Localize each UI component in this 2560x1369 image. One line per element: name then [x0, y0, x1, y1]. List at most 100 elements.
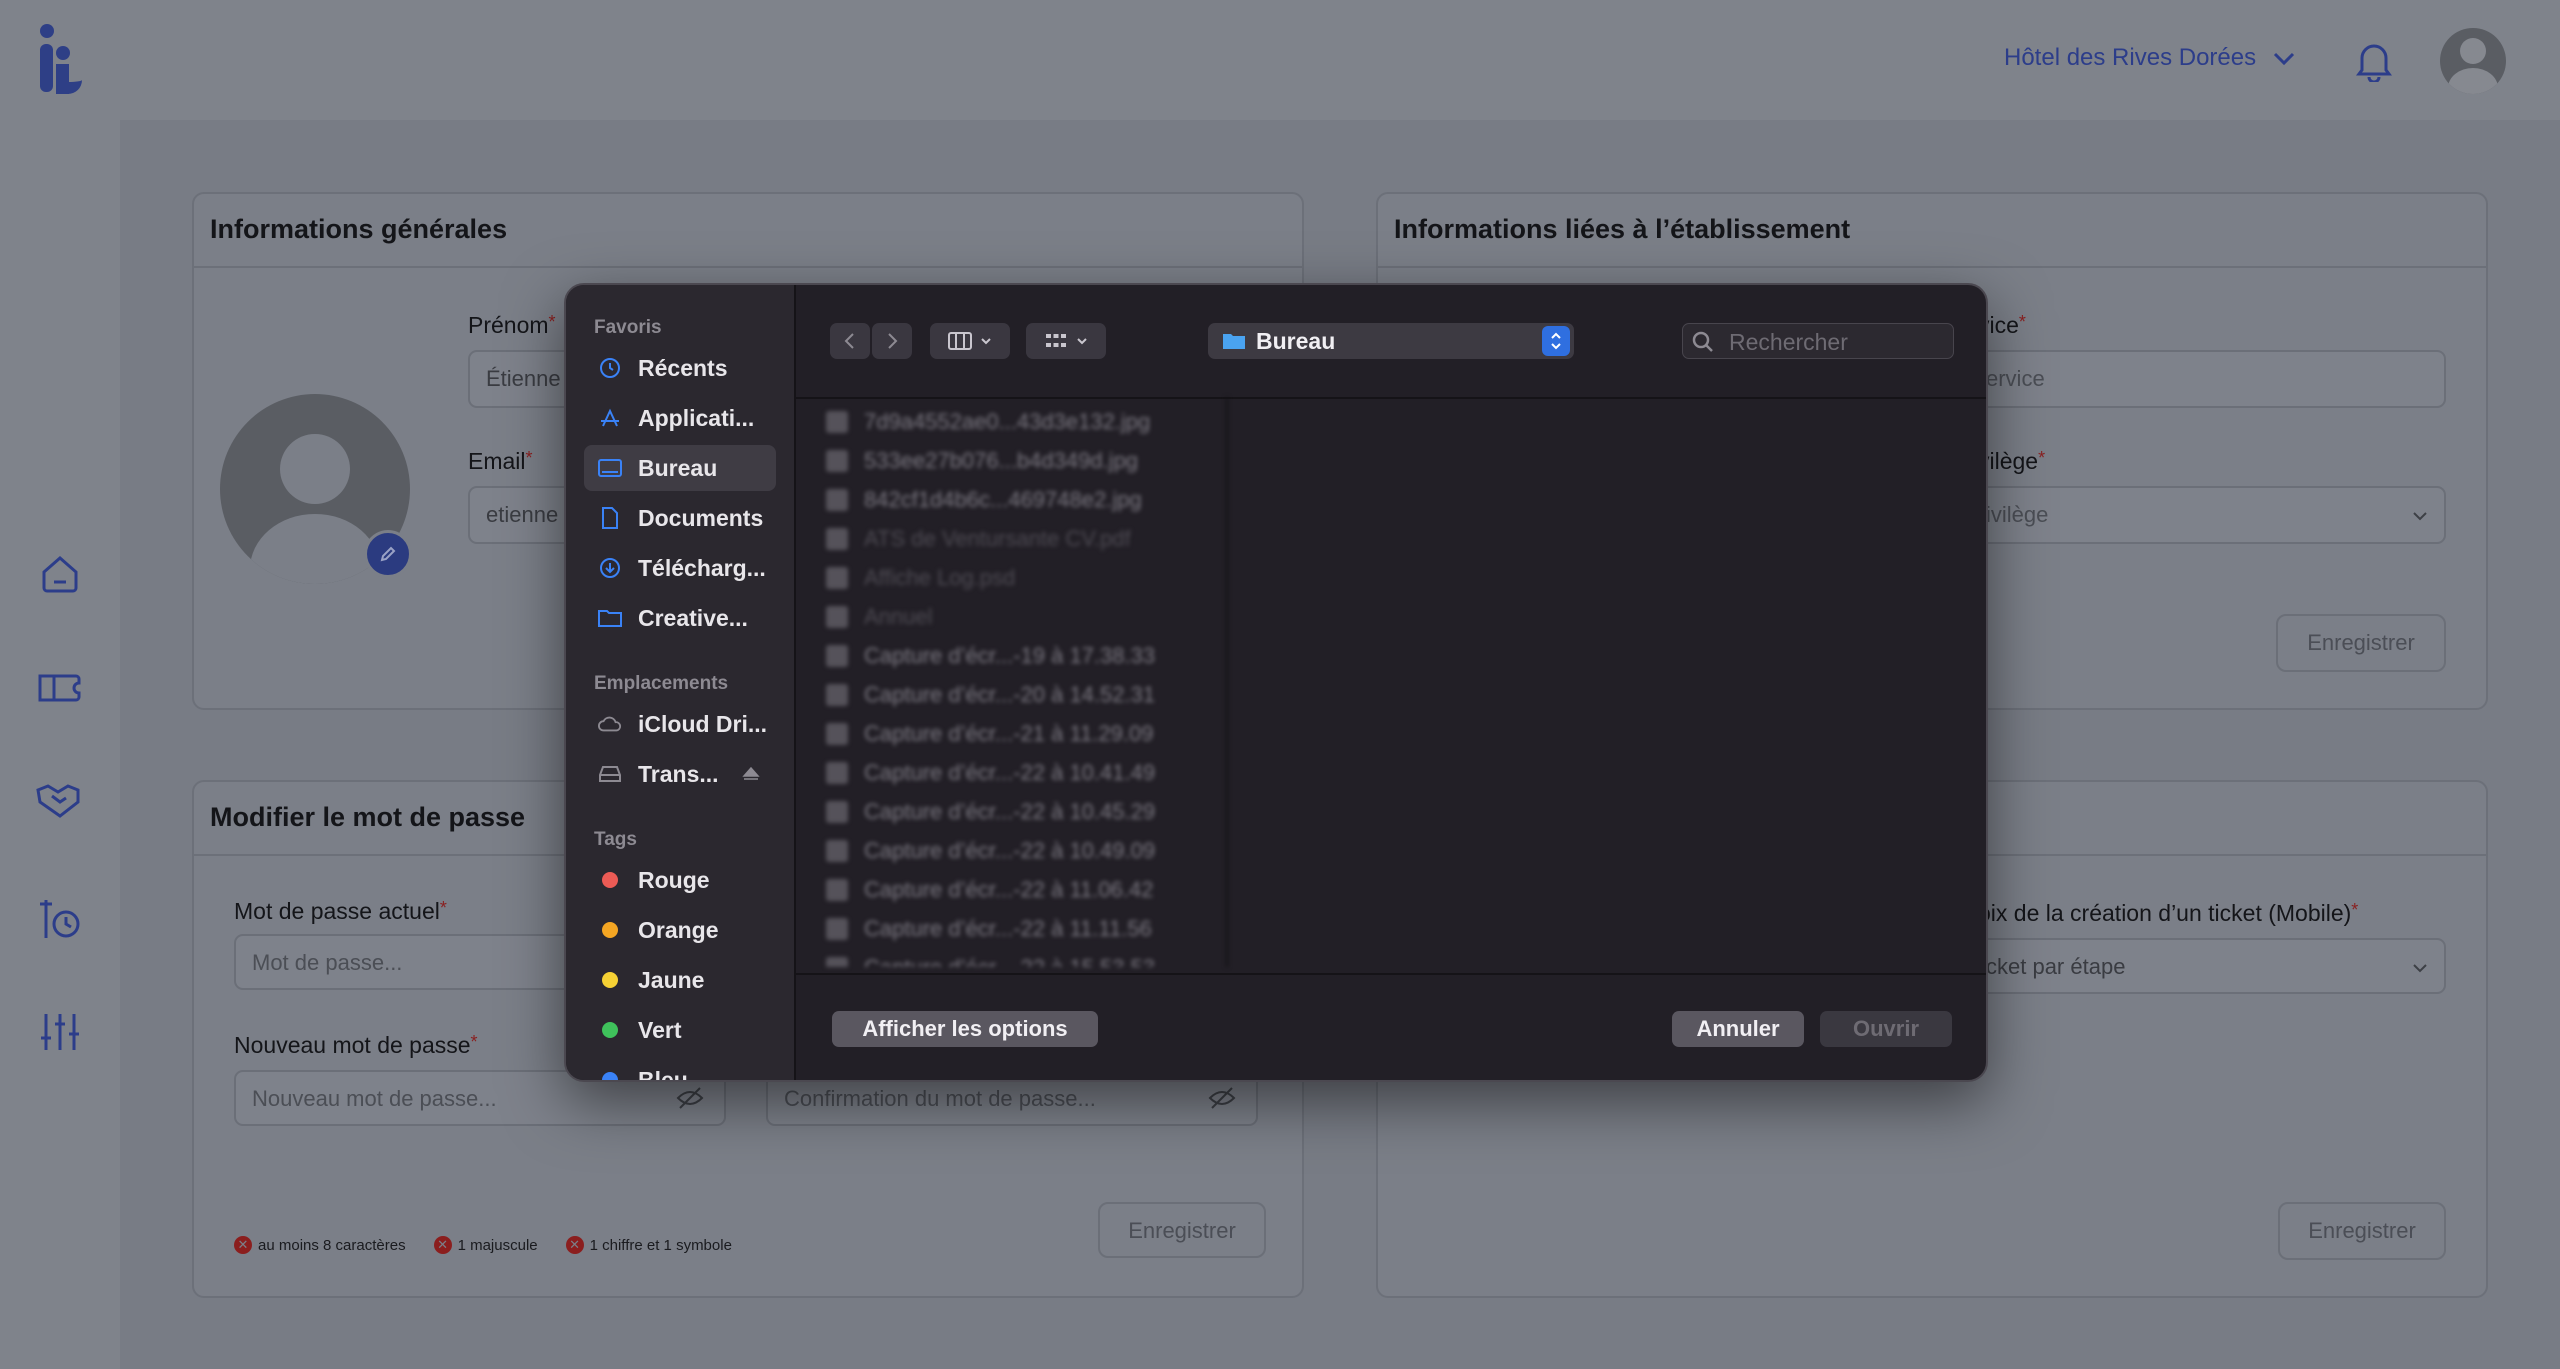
tag-green[interactable]: Vert: [584, 1007, 776, 1053]
download-icon: [600, 558, 620, 578]
top-bar: Hôtel des Rives Dorées: [0, 0, 2560, 120]
file-list: 7d9a4552ae0...43d3e132.jpg 533ee27b076..…: [796, 397, 1228, 967]
image-file-icon: [826, 684, 848, 706]
file-item[interactable]: Capture d’écr...-22 à 15.53.53: [826, 953, 1155, 967]
show-options-button[interactable]: Afficher les options: [832, 1011, 1098, 1047]
image-file-icon: [826, 879, 848, 901]
tag-dot-icon: [602, 922, 618, 938]
privilege-select[interactable]: ivilège: [1968, 486, 2446, 544]
tag-dot-icon: [602, 972, 618, 988]
back-button[interactable]: [830, 323, 870, 359]
settings-sliders-icon[interactable]: [38, 1010, 82, 1054]
file-item[interactable]: Capture d’écr...-20 à 14.52.31: [826, 680, 1155, 710]
location-stepper[interactable]: [1542, 326, 1570, 356]
tag-dot-icon: [602, 1072, 618, 1080]
image-file-icon: [826, 450, 848, 472]
ticket-creation-label: oix de la création d’un ticket (Mobile)*: [1978, 900, 2359, 926]
sidebar-item-downloads[interactable]: Télécharg...: [584, 545, 776, 591]
location-selector[interactable]: Bureau: [1208, 323, 1574, 359]
file-item[interactable]: Capture d’écr...-22 à 11.06.42: [826, 875, 1153, 905]
sidebar-item-desktop[interactable]: Bureau: [584, 445, 776, 491]
service-select[interactable]: ervice: [1968, 350, 2446, 408]
privilege-label: vilège*: [1978, 448, 2046, 474]
drive-icon: [599, 766, 621, 782]
file-open-dialog: Favoris Récents Applicati... Bureau Docu…: [564, 283, 1988, 1082]
ticket-icon[interactable]: [36, 668, 82, 708]
grid-icon: [1046, 334, 1066, 347]
current-password-input[interactable]: Mot de passe...: [234, 934, 574, 990]
forward-button[interactable]: [872, 323, 912, 359]
sidebar-item-icloud[interactable]: iCloud Dri...: [584, 701, 776, 747]
group-by-button[interactable]: [1026, 323, 1106, 359]
app-logo[interactable]: [38, 24, 84, 96]
file-item[interactable]: Capture d’écr...-21 à 11.29.09: [826, 719, 1153, 749]
file-item[interactable]: 842cf1d4b6c...469748e2.jpg: [826, 485, 1142, 515]
file-item[interactable]: 533ee27b076...b4d349d.jpg: [826, 446, 1138, 476]
new-password-label: Nouveau mot de passe*: [234, 1032, 478, 1058]
tag-blue[interactable]: Bleu: [584, 1057, 776, 1080]
hotel-selector[interactable]: Hôtel des Rives Dorées: [2004, 44, 2298, 72]
file-item[interactable]: Capture d’écr...-19 à 17.38.33: [826, 641, 1155, 671]
file-item[interactable]: Capture d’écr...-22 à 10.41.49: [826, 758, 1155, 788]
eye-off-icon[interactable]: [676, 1086, 704, 1110]
card-title: Informations liées à l’établissement: [1394, 214, 1851, 244]
bell-icon[interactable]: [2354, 38, 2394, 82]
first-name-label: Prénom*: [468, 312, 556, 338]
image-file-icon: [826, 918, 848, 940]
tag-red[interactable]: Rouge: [584, 857, 776, 903]
image-file-icon: [826, 489, 848, 511]
file-item[interactable]: ATS de Ventursante CV.pdf: [826, 524, 1131, 554]
rule-item: ✕ au moins 8 caractères: [234, 1236, 406, 1254]
tags-heading: Tags: [594, 829, 637, 850]
chevron-down-icon: [2274, 52, 2295, 66]
save-establishment-button[interactable]: Enregistrer: [2276, 614, 2446, 672]
password-rules: ✕ au moins 8 caractères ✕ 1 majuscule ✕ 1 c…: [234, 1236, 732, 1254]
user-avatar[interactable]: [2440, 28, 2506, 94]
cancel-button[interactable]: Annuler: [1672, 1011, 1804, 1047]
columns-view-icon: [948, 332, 972, 350]
edit-avatar-button[interactable]: [364, 530, 412, 578]
sidebar-item-recents[interactable]: Récents: [584, 345, 776, 391]
image-file-icon: [826, 762, 848, 784]
error-icon: ✕: [433, 1236, 452, 1254]
pencil-icon: [380, 546, 396, 562]
file-item[interactable]: Capture d’écr...-22 à 10.49.09: [826, 836, 1155, 866]
file-item[interactable]: Capture d’écr...-22 à 10.45.29: [826, 797, 1155, 827]
eject-icon[interactable]: [741, 765, 761, 783]
folder-icon: [826, 606, 848, 628]
handshake-icon[interactable]: [34, 780, 82, 820]
sidebar-item-documents[interactable]: Documents: [584, 495, 776, 541]
eye-off-icon[interactable]: [1208, 1086, 1236, 1110]
file-item[interactable]: Affiche Log.psd: [826, 563, 1015, 593]
rule-item: ✕ 1 majuscule: [433, 1236, 538, 1254]
sidebar-item-applications[interactable]: Applicati...: [584, 395, 776, 441]
view-mode-button[interactable]: [930, 323, 1010, 359]
image-file-icon: [826, 411, 848, 433]
error-icon: ✕: [234, 1236, 252, 1254]
dialog-sidebar: Favoris Récents Applicati... Bureau Docu…: [566, 285, 796, 1080]
file-item[interactable]: 7d9a4552ae0...43d3e132.jpg: [826, 407, 1150, 437]
sidebar-item-creative[interactable]: Creative...: [584, 595, 776, 641]
search-field[interactable]: Rechercher: [1682, 323, 1954, 359]
sidebar-item-trans-drive[interactable]: Trans...: [584, 751, 776, 797]
document-icon: [602, 507, 618, 529]
open-button[interactable]: Ouvrir: [1820, 1011, 1952, 1047]
tag-yellow[interactable]: Jaune: [584, 957, 776, 1003]
tag-orange[interactable]: Orange: [584, 907, 776, 953]
ticket-creation-select[interactable]: cket par étape: [1968, 938, 2446, 994]
file-item[interactable]: Capture d’écr...-22 à 11.11.56: [826, 914, 1152, 944]
save-ticket-button[interactable]: Enregistrer: [2278, 1202, 2446, 1260]
chevron-down-icon: [1077, 338, 1087, 345]
home-icon[interactable]: [38, 552, 82, 596]
file-item[interactable]: Annuel: [826, 602, 933, 632]
chevron-down-icon: [2413, 512, 2427, 521]
save-password-button[interactable]: Enregistrer: [1098, 1202, 1266, 1258]
current-password-label: Mot de passe actuel*: [234, 898, 447, 924]
rule-item: ✕ 1 chiffre et 1 symbole: [565, 1236, 732, 1254]
chevron-down-icon: [2413, 964, 2427, 973]
maintenance-clock-icon[interactable]: [34, 894, 84, 944]
favorites-heading: Favoris: [594, 317, 662, 338]
chevron-left-icon: [844, 333, 854, 349]
image-file-icon: [826, 801, 848, 823]
search-icon: [1692, 331, 1713, 352]
